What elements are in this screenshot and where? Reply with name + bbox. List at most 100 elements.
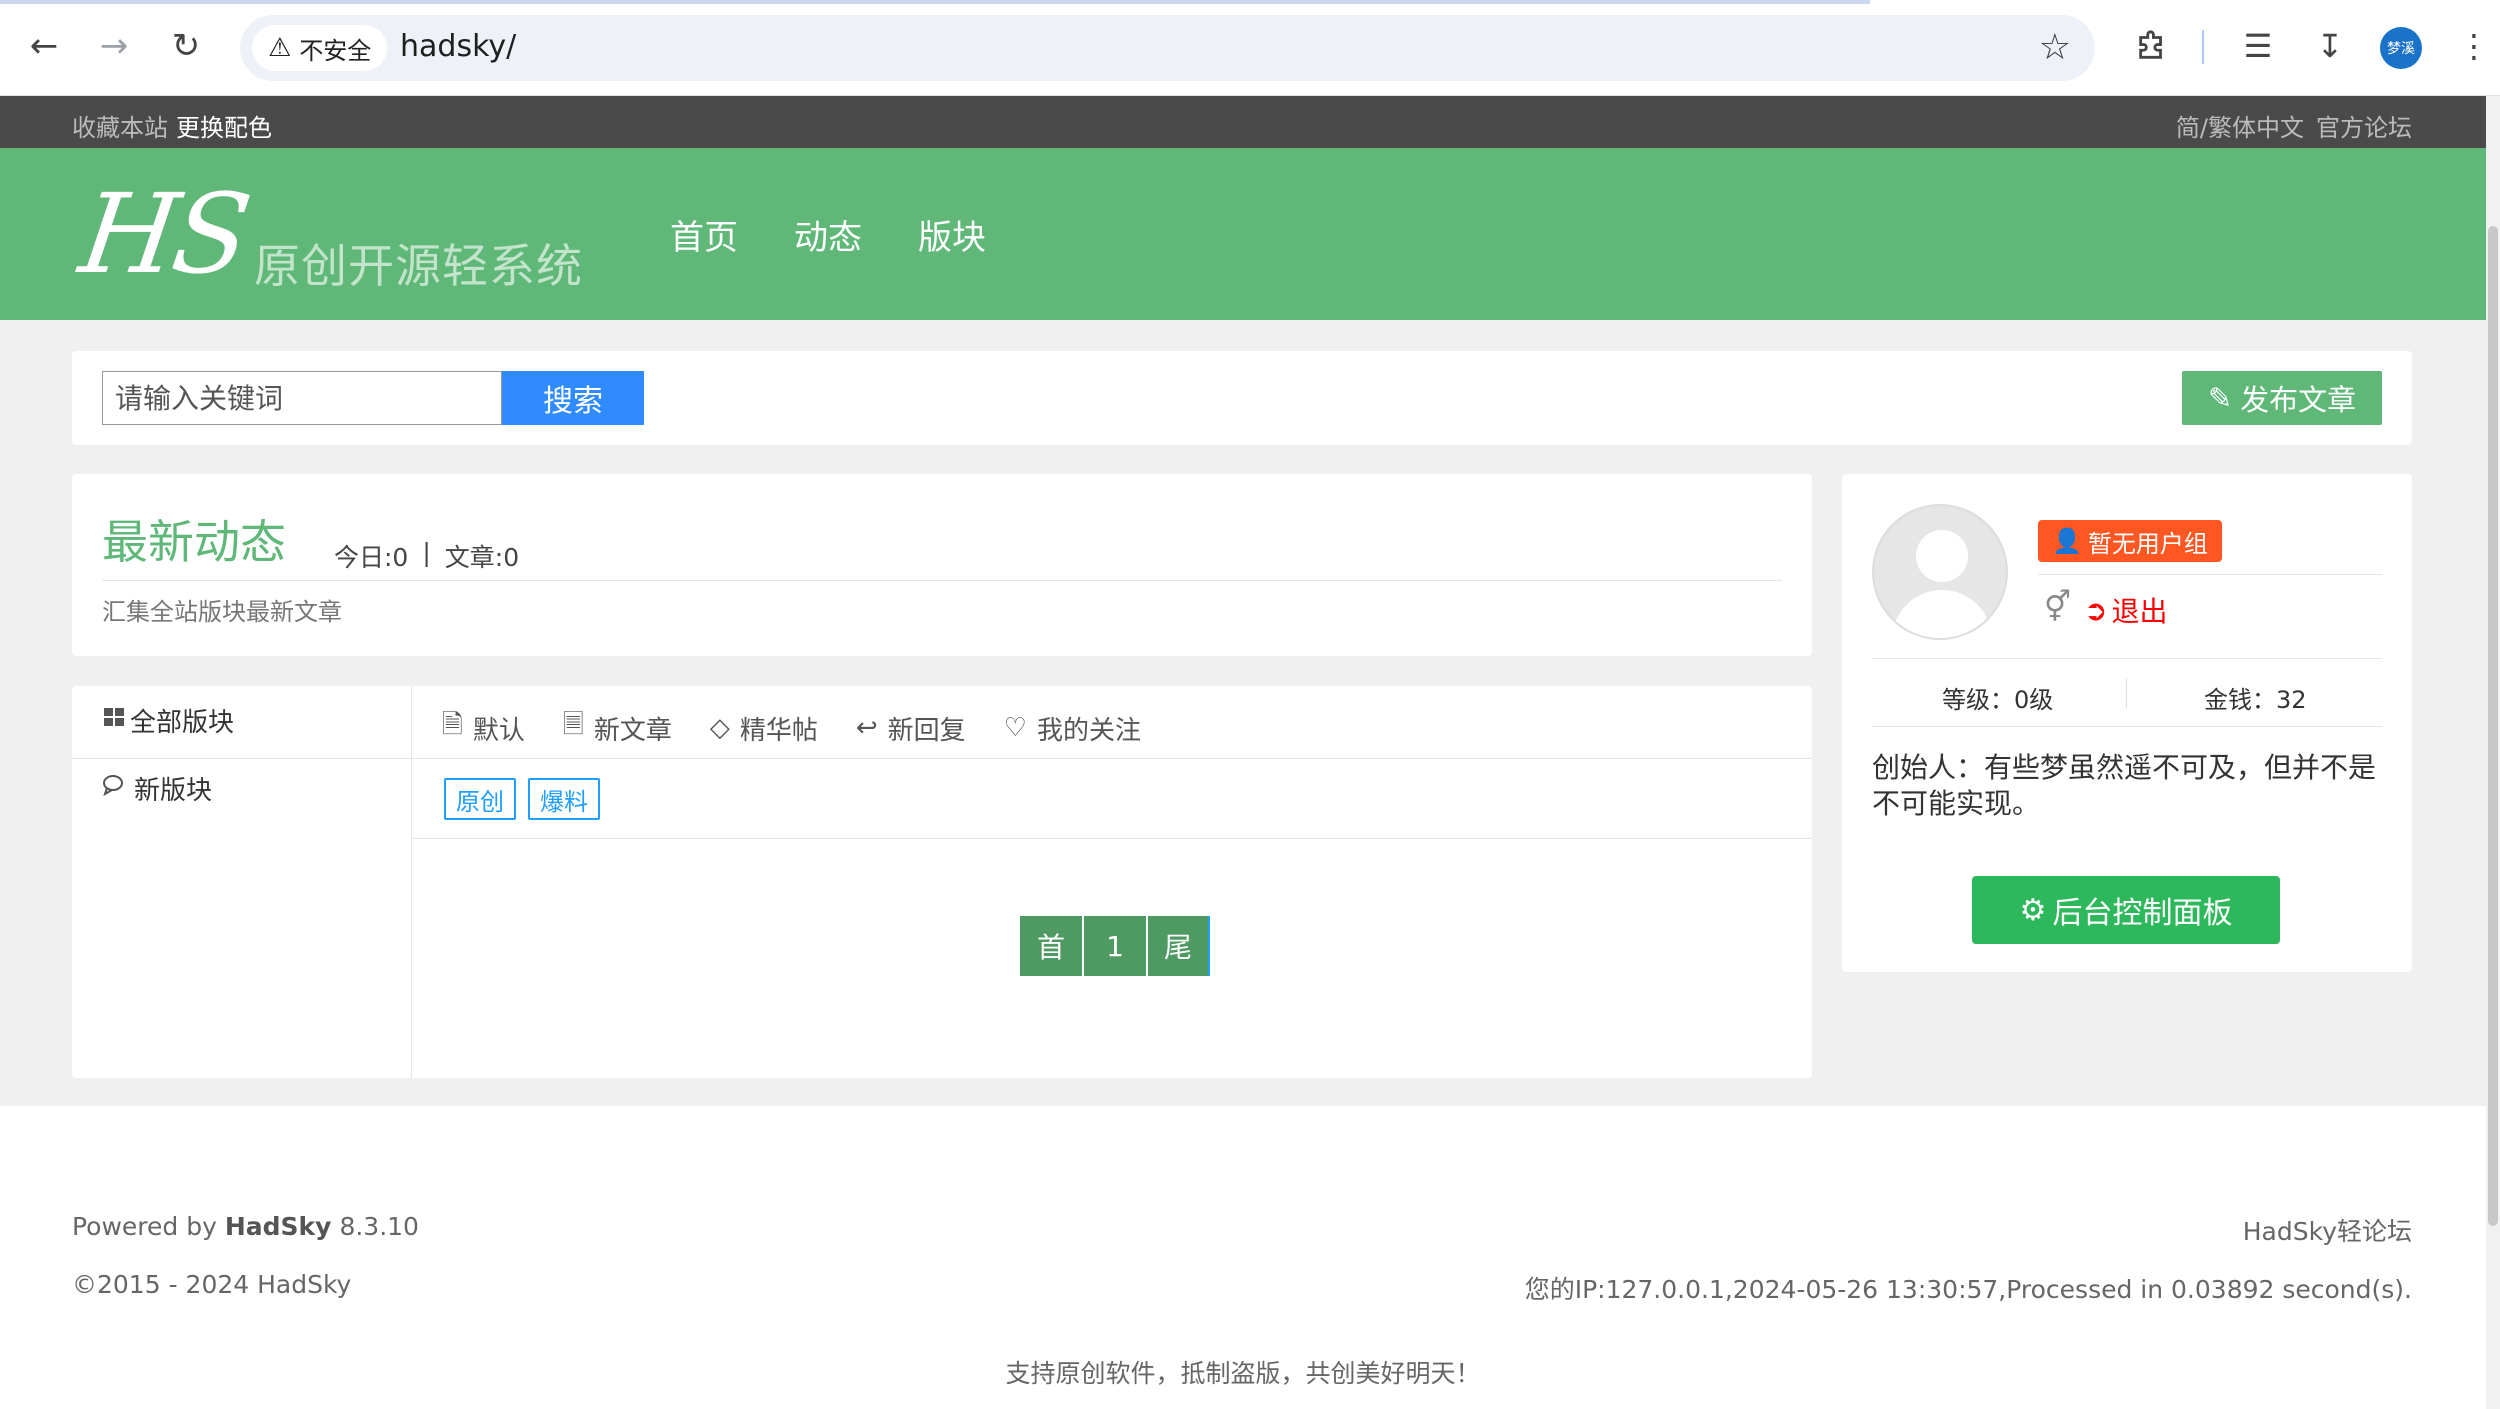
page-first-button[interactable]: 首 <box>1020 916 1082 976</box>
divider <box>412 758 1812 759</box>
url-text[interactable]: hadsky/ <box>400 29 516 64</box>
divider <box>1872 726 2382 727</box>
divider <box>102 580 1782 581</box>
file-text-icon: 🗏 <box>562 710 584 740</box>
user-money: 金钱：32 <box>2204 686 2307 714</box>
latest-stats: 今日:0 | 文章:0 <box>334 538 519 574</box>
search-input[interactable] <box>102 371 502 425</box>
tab-label: 我的关注 <box>1036 715 1141 746</box>
site-logo[interactable]: HS <box>73 170 254 298</box>
official-forum-link[interactable]: 官方论坛 <box>2316 108 2412 143</box>
security-chip[interactable]: ⚠ 不安全 <box>252 25 388 71</box>
site-topbar: 收藏本站 更换配色 简/繁体中文 官方论坛 <box>0 96 2486 148</box>
tab-label: 新回复 <box>887 715 966 746</box>
article-count: 文章:0 <box>444 543 520 572</box>
post-article-button[interactable]: ✎ 发布文章 <box>2182 371 2382 425</box>
warning-icon: ⚠ <box>268 33 292 63</box>
language-link[interactable]: 简/繁体中文 <box>2176 108 2304 143</box>
post-article-label: 发布文章 <box>2240 383 2357 417</box>
page-last-button[interactable]: 尾 <box>1148 916 1210 976</box>
tag-original[interactable]: 原创 <box>444 778 516 820</box>
sidebar-item-label: 全部版块 <box>130 708 235 738</box>
web-page: 收藏本站 更换配色 简/繁体中文 官方论坛 HS 原创开源轻系统 首页 动态 版… <box>0 96 2486 1409</box>
gender-icon: ⚥ <box>2044 590 2072 625</box>
powered-by: Powered by HadSky 8.3.10 <box>72 1212 419 1241</box>
change-color-link[interactable]: 更换配色 <box>176 108 272 143</box>
search-button[interactable]: 搜索 <box>502 371 644 425</box>
board-sidebar: 全部版块 新版块 <box>72 686 412 1078</box>
tab-featured[interactable]: ◇ 精华帖 <box>710 706 818 750</box>
nav-boards[interactable]: 版块 <box>918 210 986 259</box>
tag-breaking[interactable]: 爆料 <box>528 778 600 820</box>
extensions-icon[interactable] <box>2128 22 2176 70</box>
diamond-icon: ◇ <box>709 713 730 743</box>
forum-panel: 全部版块 新版块 🗎 默认 🗏 新文章 ◇ 精华帖 ↩ 新回复 ♡ 我的关注 原… <box>72 686 1812 1078</box>
profile-avatar[interactable]: 梦溪 <box>2380 27 2422 69</box>
divider <box>412 838 1812 839</box>
copyright: ©2015 - 2024 HadSky <box>72 1270 352 1299</box>
sign-out-icon: ➲ <box>2084 593 2108 627</box>
nav-activity[interactable]: 动态 <box>794 210 862 259</box>
scrollbar-thumb[interactable] <box>2488 226 2498 1226</box>
sidebar-item-new-board[interactable]: 新版块 <box>102 770 212 807</box>
cogs-icon: ⚙ <box>2019 892 2047 928</box>
address-bar[interactable]: ⚠ 不安全 hadsky/ ☆ <box>240 15 2095 81</box>
bookmark-star-icon[interactable]: ☆ <box>2039 27 2071 68</box>
main-content: 搜索 ✎ 发布文章 最新动态 今日:0 | 文章:0 汇集全站版块最新文章 <box>0 320 2486 1106</box>
tab-label: 默认 <box>472 715 525 746</box>
sidebar-item-all-boards[interactable]: 全部版块 <box>102 702 234 739</box>
admin-panel-label: 后台控制面板 <box>2052 896 2233 931</box>
pagination: 首 1 尾 <box>1020 916 1210 976</box>
stats-separator: | <box>422 538 431 567</box>
reply-icon: ↩ <box>855 713 878 743</box>
latest-activity-panel: 最新动态 今日:0 | 文章:0 汇集全站版块最新文章 <box>72 474 1812 656</box>
heart-icon: ♡ <box>1003 713 1027 743</box>
sidebar-item-label: 新版块 <box>134 776 213 806</box>
nav-home[interactable]: 首页 <box>670 210 738 259</box>
download-icon[interactable]: ↧ <box>2306 22 2354 70</box>
toolbar-divider <box>2202 30 2204 64</box>
back-arrow-icon[interactable]: ← <box>20 22 68 70</box>
avatar[interactable] <box>1872 504 2008 640</box>
edit-icon: ✎ <box>2207 381 2233 415</box>
tab-following[interactable]: ♡ 我的关注 <box>1004 706 1141 750</box>
bookmark-site-link[interactable]: 收藏本站 <box>72 108 168 143</box>
security-label: 不安全 <box>299 36 372 65</box>
search-panel: 搜索 ✎ 发布文章 <box>72 351 2412 445</box>
comments-icon <box>102 773 130 804</box>
user-panel: 👤 暂无用户组 ⚥ ➲ 退出 等级：0级 金钱：32 创始人：有些梦虽然遥不可及… <box>1842 474 2412 972</box>
latest-title: 最新动态 <box>102 515 286 569</box>
file-icon: 🗎 <box>442 710 463 740</box>
page-1-button[interactable]: 1 <box>1084 916 1146 976</box>
tab-new-replies[interactable]: ↩ 新回复 <box>856 706 966 750</box>
divider <box>2038 574 2382 575</box>
site-header: HS 原创开源轻系统 首页 动态 版块 <box>0 148 2486 320</box>
media-queue-icon[interactable]: ☰ <box>2234 22 2282 70</box>
browser-toolbar: ← → ↻ ⚠ 不安全 hadsky/ ☆ ☰ ↧ 梦溪 ⋮ <box>0 0 2500 96</box>
tab-label: 新文章 <box>593 715 672 746</box>
user-level: 等级：0级 <box>1942 686 2054 714</box>
footer-brand-link[interactable]: HadSky轻论坛 <box>2243 1212 2412 1248</box>
stat-divider <box>2126 678 2127 708</box>
latest-description: 汇集全站版块最新文章 <box>102 598 342 626</box>
tag-list: 原创 爆料 <box>444 778 600 820</box>
user-group-label: 暂无用户组 <box>2087 529 2208 558</box>
menu-kebab-icon[interactable]: ⋮ <box>2450 22 2498 70</box>
reload-icon[interactable]: ↻ <box>162 22 210 70</box>
page-scrollbar[interactable] <box>2486 96 2500 1409</box>
divider <box>1872 658 2382 659</box>
admin-panel-button[interactable]: ⚙ 后台控制面板 <box>1972 876 2280 944</box>
user-icon: 👤 <box>2052 527 2082 555</box>
logout-label: 退出 <box>2111 595 2168 628</box>
grid-icon <box>102 705 126 736</box>
forward-arrow-icon[interactable]: → <box>90 22 138 70</box>
main-nav: 首页 动态 版块 <box>670 210 986 259</box>
logo-subtitle: 原创开源轻系统 <box>254 239 583 293</box>
logout-link[interactable]: ➲ 退出 <box>2084 590 2167 630</box>
powered-by-link[interactable]: HadSky <box>225 1212 332 1241</box>
tab-new-articles[interactable]: 🗏 新文章 <box>563 706 672 750</box>
ip-info: 您的IP:127.0.0.1,2024-05-26 13:30:57,Proce… <box>1524 1275 2412 1304</box>
founder-quote: 创始人：有些梦虽然遥不可及，但并不是不可能实现。 <box>1872 751 2377 820</box>
tab-default[interactable]: 🗎 默认 <box>442 706 525 750</box>
site-footer: Powered by HadSky 8.3.10 ©2015 - 2024 Ha… <box>0 1106 2486 1409</box>
